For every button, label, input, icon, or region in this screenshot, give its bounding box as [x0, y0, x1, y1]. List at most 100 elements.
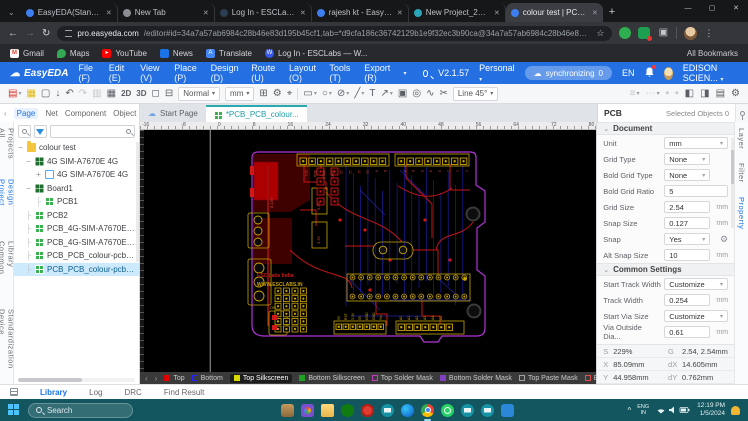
- easyeda-logo[interactable]: ☁EasyEDA: [10, 68, 68, 79]
- design-manager-button[interactable]: ▤▾: [8, 88, 21, 99]
- menu-view[interactable]: View (V): [140, 63, 164, 83]
- layer-bottom-solder-mask[interactable]: Bottom Solder Mask: [440, 375, 512, 382]
- close-icon[interactable]: ✕: [300, 9, 306, 17]
- extension-icon-1[interactable]: [619, 27, 631, 39]
- expander-icon[interactable]: −: [25, 157, 32, 166]
- tree-vertical-scrollbar[interactable]: [136, 142, 139, 262]
- doc-tab-start-page[interactable]: ☁ Start Page: [140, 105, 206, 122]
- tree-horizontal-scrollbar[interactable]: [18, 378, 135, 382]
- tree-item-pcb-selected[interactable]: ├ PCB_PCB_colour-pcb_2024-0: [14, 263, 139, 277]
- language-indicator[interactable]: ENGIN: [637, 404, 649, 416]
- snipping-tool-icon[interactable]: [501, 404, 514, 417]
- bold-grid-type-select[interactable]: None▾: [664, 169, 710, 181]
- tree-item-schematic[interactable]: + 4G SIM-A7670E 4G: [14, 168, 139, 182]
- redo-button[interactable]: ↷: [79, 88, 87, 99]
- lock-button[interactable]: ▪: [666, 88, 670, 99]
- chrome-icon[interactable]: [421, 404, 434, 417]
- alt-snap-size-input[interactable]: 10: [664, 249, 710, 261]
- snap-size-input[interactable]: 0.127: [664, 217, 710, 229]
- search-icon[interactable]: [423, 70, 429, 77]
- site-settings-icon[interactable]: [65, 30, 72, 37]
- route-tool[interactable]: ∿: [426, 88, 434, 99]
- chevron-down-icon[interactable]: ▾: [403, 70, 406, 77]
- edge-icon[interactable]: [401, 404, 414, 417]
- dimension-tool[interactable]: ↗▾: [380, 88, 392, 99]
- minimize-button[interactable]: —: [676, 0, 700, 16]
- layer-bottom-paste-mask[interactable]: Bottom Paste Mask: [585, 375, 597, 382]
- toggle-right-panel-button[interactable]: ◨: [700, 88, 709, 99]
- view-2d-button[interactable]: 2D: [121, 89, 131, 98]
- line-tool[interactable]: ╱▾: [354, 88, 364, 99]
- tab-library[interactable]: Library: [40, 388, 67, 397]
- tab-log[interactable]: Log: [89, 388, 102, 397]
- section-common-settings[interactable]: ⌄Common Settings: [597, 263, 734, 276]
- bookmark-youtube[interactable]: YouTube: [102, 49, 146, 58]
- bookmark-maps[interactable]: Maps: [57, 49, 90, 58]
- cut-tool[interactable]: ✂: [439, 88, 447, 99]
- close-icon[interactable]: ✕: [494, 9, 500, 17]
- tab-net[interactable]: Net: [45, 109, 57, 118]
- mail-icon-3[interactable]: [481, 404, 494, 417]
- bookmark-esclabs[interactable]: WLog In - ESCLabs — W...: [265, 49, 367, 58]
- search-icon[interactable]: [18, 125, 31, 138]
- browser-tab[interactable]: New Tab ✕: [118, 3, 215, 22]
- track-width-input[interactable]: 0.254: [664, 294, 710, 306]
- profile-avatar[interactable]: [684, 27, 697, 40]
- menu-file[interactable]: File (F): [78, 63, 98, 83]
- close-icon[interactable]: ✕: [397, 9, 403, 17]
- extensions-icon[interactable]: ▣: [657, 27, 669, 39]
- menu-place[interactable]: Place (P): [174, 63, 200, 83]
- rail-property[interactable]: Property: [737, 197, 746, 229]
- notification-bell-icon[interactable]: [731, 406, 740, 415]
- bookmark-news[interactable]: News: [160, 49, 193, 58]
- browser-menu-icon[interactable]: ⋮: [704, 28, 713, 39]
- tree-item-pcb[interactable]: ├ PCB1: [14, 195, 139, 209]
- menu-design[interactable]: Design (D): [211, 63, 242, 83]
- xbox-icon[interactable]: [341, 404, 354, 417]
- tree-item-project[interactable]: − colour test: [14, 141, 139, 155]
- extension-icon-2[interactable]: [638, 27, 650, 39]
- menu-edit[interactable]: Edit (E): [109, 63, 130, 83]
- align-dropdown[interactable]: ≡▾: [630, 88, 640, 99]
- expander-icon[interactable]: −: [25, 184, 32, 193]
- layer-top-solder-mask[interactable]: Top Solder Mask: [372, 375, 433, 382]
- tree-item-pcb[interactable]: ├ PCB_4G-SIM-A7670E-4G_202: [14, 222, 139, 236]
- preferences-gear-icon[interactable]: ⚙: [731, 88, 740, 99]
- browser-tab[interactable]: Log In - ESCLabs — Word ✕: [215, 3, 312, 22]
- snap-settings-gear-icon[interactable]: ⚙: [720, 234, 728, 245]
- layer-bottom-silkscreen[interactable]: Bottom Silkscreen: [299, 375, 364, 382]
- start-via-size-select[interactable]: Customize▾: [664, 310, 728, 322]
- import-button[interactable]: ↓: [55, 88, 60, 99]
- collapse-panel-icon[interactable]: ‹: [4, 109, 7, 118]
- library-button[interactable]: ▤: [716, 88, 725, 99]
- back-icon[interactable]: ←: [8, 28, 18, 39]
- tab-object[interactable]: Object: [113, 109, 136, 118]
- whatsapp-icon[interactable]: [441, 404, 454, 417]
- expander-icon[interactable]: −: [17, 143, 24, 152]
- toggle-left-panel-button[interactable]: ◧: [685, 88, 694, 99]
- language-button[interactable]: EN: [622, 68, 635, 78]
- all-bookmarks-button[interactable]: All Bookmarks: [687, 49, 738, 58]
- expander-icon[interactable]: +: [35, 170, 42, 179]
- layer-scroll-left-icon[interactable]: ‹: [145, 374, 148, 383]
- bookmark-translate[interactable]: ATranslate: [206, 49, 252, 58]
- account-avatar[interactable]: [664, 67, 673, 80]
- pcb-canvas[interactable]: -16-8 08 1624 3240 4856 6472 80: [140, 122, 596, 384]
- rail-filter[interactable]: Filter: [737, 163, 746, 183]
- tab-find-result[interactable]: Find Result: [164, 388, 204, 397]
- origin-button[interactable]: ⌖: [287, 88, 293, 99]
- close-window-button[interactable]: ✕: [724, 0, 748, 16]
- tree-item-board[interactable]: − Board1: [14, 182, 139, 196]
- text-tool[interactable]: T: [369, 88, 375, 99]
- theme-button[interactable]: ▦: [26, 88, 35, 99]
- save-button[interactable]: ⊞: [259, 88, 267, 99]
- layer-scroll-right-icon[interactable]: ›: [155, 374, 158, 383]
- taskbar-search[interactable]: Search: [28, 403, 133, 418]
- notifications-bell-icon[interactable]: [645, 67, 654, 79]
- file-explorer-icon[interactable]: [321, 404, 334, 417]
- line-mode-dropdown[interactable]: Line 45°▾: [453, 87, 498, 101]
- tab-search-icon[interactable]: ⌄: [8, 8, 15, 17]
- start-track-width-select[interactable]: Customize▾: [664, 278, 728, 290]
- mode-dropdown[interactable]: Normal▾: [178, 87, 220, 101]
- snap-select[interactable]: Yes▾: [664, 233, 710, 245]
